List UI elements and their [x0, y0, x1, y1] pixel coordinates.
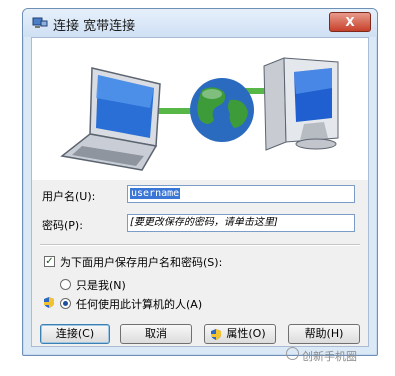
radio-anyone[interactable]: [60, 298, 71, 309]
anyone-label: 任何使用此计算机的人(A): [76, 298, 203, 311]
section-divider: [40, 244, 360, 246]
username-field[interactable]: username: [127, 185, 355, 203]
title-bar[interactable]: 连接 宽带连接 X: [23, 9, 377, 37]
watermark-text: 创新手机圈: [302, 350, 357, 363]
checkmark-icon: ✓: [45, 256, 54, 267]
dialog-window: 连接 宽带连接 X 用户名(U): username 密码(P): [要更改保存…: [22, 8, 378, 356]
window-title: 连接 宽带连接: [53, 19, 136, 34]
save-credentials-label: 为下面用户保存用户名和密码(S):: [60, 256, 223, 269]
connection-banner-image: [32, 38, 368, 180]
globe-icon: [190, 78, 254, 142]
uac-shield-icon: [44, 297, 54, 308]
only-me-label: 只是我(N): [76, 279, 126, 292]
watermark-logo-icon: [286, 347, 299, 360]
shield-icon: [211, 329, 221, 340]
dialog-client-area: 用户名(U): username 密码(P): [要更改保存的密码，请单击这里]…: [31, 37, 369, 347]
cancel-button[interactable]: 取消: [120, 324, 192, 344]
help-button[interactable]: 帮助(H): [288, 324, 360, 344]
desktop-computer-icon: [263, 57, 339, 151]
password-field[interactable]: [要更改保存的密码，请单击这里]: [127, 214, 355, 232]
properties-label: 属性(O): [226, 327, 266, 340]
save-credentials-checkbox[interactable]: ✓: [44, 256, 55, 267]
properties-button[interactable]: 属性(O): [204, 324, 276, 344]
password-label: 密码(P):: [42, 219, 83, 232]
close-icon: X: [345, 15, 355, 29]
username-label: 用户名(U):: [42, 190, 96, 203]
username-value: username: [130, 188, 181, 199]
close-button[interactable]: X: [329, 12, 371, 32]
connect-button[interactable]: 连接(C): [40, 324, 110, 344]
network-connection-icon: [32, 17, 48, 28]
radio-only-me[interactable]: [60, 279, 71, 290]
